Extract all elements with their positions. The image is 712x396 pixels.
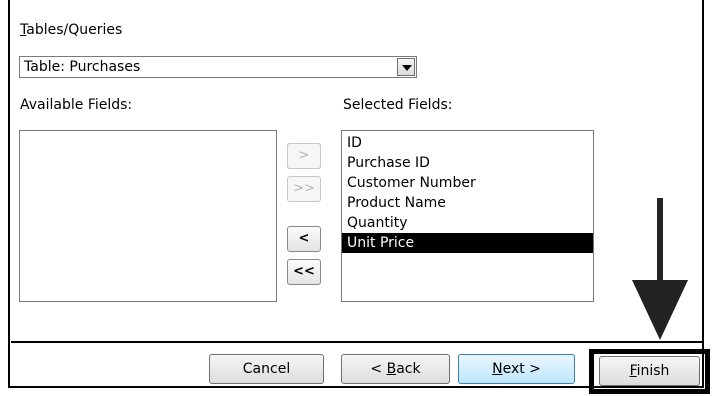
footer-divider xyxy=(11,341,704,343)
selected-fields-label: Selected Fields: xyxy=(343,97,453,113)
available-fields-list[interactable] xyxy=(19,130,277,302)
tables-queries-dropdown[interactable]: Table: Purchases xyxy=(19,56,417,78)
tables-queries-value: Table: Purchases xyxy=(24,59,141,75)
list-item[interactable]: ID xyxy=(342,133,593,153)
tables-queries-label: Tables/Queries xyxy=(20,22,123,38)
list-item[interactable]: Customer Number xyxy=(342,173,593,193)
list-item[interactable]: Product Name xyxy=(342,193,593,213)
list-item-selected[interactable]: Unit Price xyxy=(342,233,593,253)
next-button[interactable]: Next > xyxy=(458,354,575,384)
remove-field-button[interactable]: < xyxy=(287,226,321,252)
remove-all-fields-button[interactable]: << xyxy=(287,259,321,285)
down-arrow-icon xyxy=(632,280,688,340)
back-button[interactable]: < Back xyxy=(341,354,450,384)
selected-fields-list[interactable]: ID Purchase ID Customer Number Product N… xyxy=(341,130,594,302)
add-all-fields-button[interactable]: >> xyxy=(287,176,321,202)
list-item[interactable]: Quantity xyxy=(342,213,593,233)
available-fields-label: Available Fields: xyxy=(20,97,133,113)
add-field-button[interactable]: > xyxy=(287,143,321,169)
finish-button[interactable]: Finish xyxy=(599,356,700,386)
cancel-button[interactable]: Cancel xyxy=(209,354,324,384)
list-item[interactable]: Purchase ID xyxy=(342,153,593,173)
chevron-down-icon[interactable] xyxy=(397,58,415,76)
annotation-arrow-shaft xyxy=(657,198,663,282)
